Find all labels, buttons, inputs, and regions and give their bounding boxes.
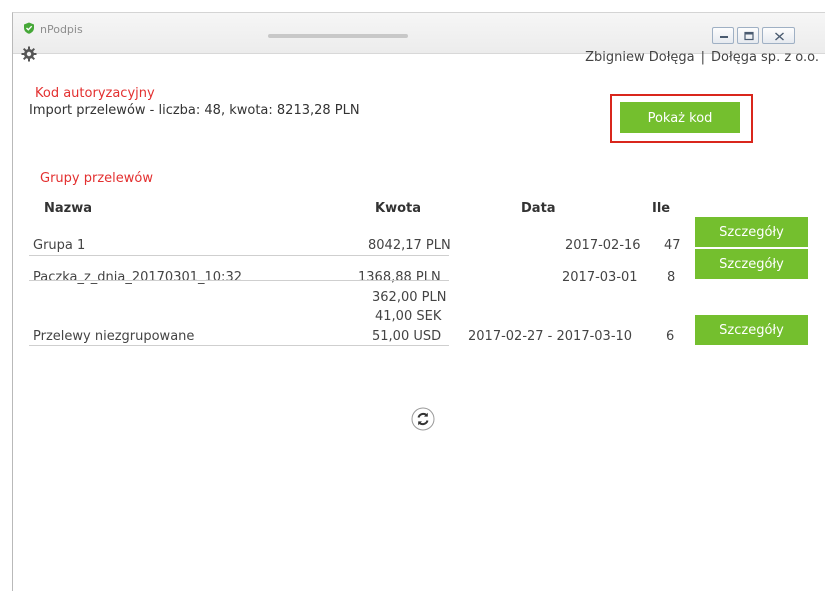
window-title: nPodpis: [40, 23, 83, 36]
column-header-date: Data: [521, 201, 556, 216]
row-divider: [29, 255, 449, 256]
maximize-button[interactable]: [737, 27, 759, 44]
groups-heading: Grupy przelewów: [40, 171, 153, 186]
user-separator: |: [700, 50, 706, 65]
row-3-amount-3: 51,00 USD: [372, 329, 442, 344]
row-divider: [29, 280, 449, 281]
row-3-count: 6: [666, 329, 675, 344]
title-bar[interactable]: nPodpis: [13, 13, 825, 54]
row-1-amount: 8042,17 PLN: [368, 238, 451, 253]
auth-code-heading: Kod autoryzacyjny: [35, 86, 155, 101]
gear-icon[interactable]: [21, 46, 37, 62]
refresh-icon[interactable]: [411, 407, 435, 431]
row-3-amount-1: 362,00 PLN: [372, 290, 447, 305]
row-1-count: 47: [664, 238, 681, 253]
show-code-button[interactable]: Pokaż kod: [620, 102, 740, 133]
app-window: nPodpis Zbigniew Dołęga | Dołęga sp. z o.o…: [12, 12, 825, 591]
row-3-name: Przelewy niezgrupowane: [33, 329, 195, 344]
column-header-count: Ile: [652, 201, 671, 216]
row-2-count: 8: [667, 270, 676, 285]
row-3-date: 2017-02-27 - 2017-03-10: [468, 329, 633, 344]
drag-handle[interactable]: [268, 34, 408, 38]
user-info: Zbigniew Dołęga | Dołęga sp. z o.o.: [585, 50, 819, 65]
row-1-date: 2017-02-16: [565, 238, 641, 253]
column-header-name: Nazwa: [44, 201, 93, 216]
company-name: Dołęga sp. z o.o.: [711, 50, 819, 65]
minimize-icon: [720, 36, 728, 38]
row-3-amount-2: 41,00 SEK: [375, 309, 442, 324]
import-summary: Import przelewów - liczba: 48, kwota: 82…: [29, 103, 360, 118]
row-1-details-button[interactable]: Szczegóły: [695, 217, 808, 247]
row-2-amount: 1368,88 PLN: [358, 270, 441, 285]
column-header-amount: Kwota: [375, 201, 422, 216]
row-2-details-button[interactable]: Szczegóły: [695, 249, 808, 279]
close-icon: [775, 32, 784, 41]
row-2-date: 2017-03-01: [562, 270, 638, 285]
row-3-details-button[interactable]: Szczegóły: [695, 315, 808, 345]
row-2-name: Paczka_z_dnia_20170301_10:32: [33, 270, 242, 285]
close-button[interactable]: [762, 27, 795, 44]
user-name: Zbigniew Dołęga: [585, 50, 695, 65]
row-1-name: Grupa 1: [33, 238, 86, 253]
row-divider: [29, 345, 449, 346]
minimize-button[interactable]: [712, 27, 734, 44]
maximize-icon: [744, 31, 754, 41]
shield-icon: [24, 22, 34, 34]
